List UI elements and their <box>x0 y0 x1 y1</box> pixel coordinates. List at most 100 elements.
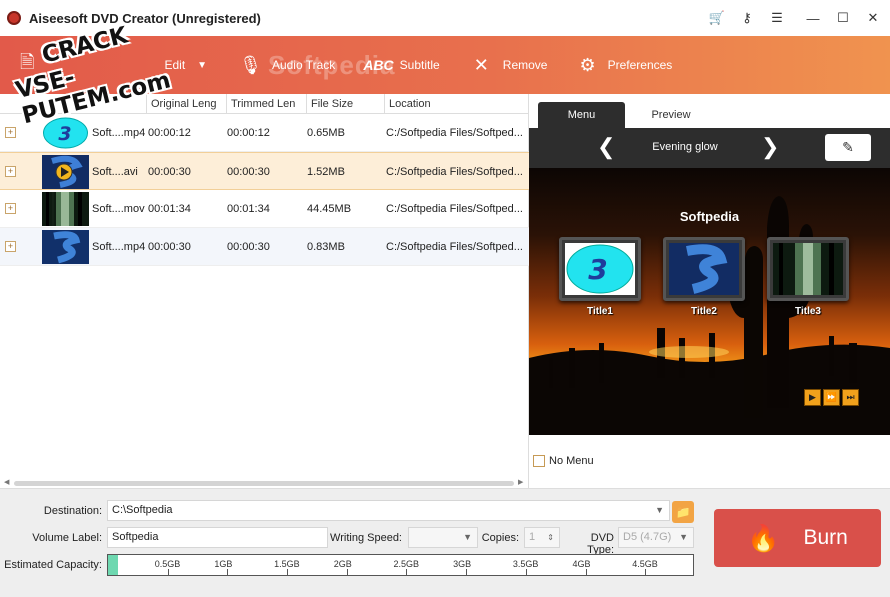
capacity-tick-mark <box>167 569 169 575</box>
original-length: 00:00:30 <box>148 166 191 178</box>
estimated-capacity-label: Estimated Capacity: <box>4 559 102 571</box>
column-file-size[interactable]: File Size <box>306 94 384 114</box>
menu-title-thumbnail-2[interactable] <box>663 237 745 301</box>
no-menu-option[interactable]: No Menu <box>533 455 594 467</box>
output-settings-panel: Destination: C:\Softpedia ▼ 📁 Volume Lab… <box>0 488 890 597</box>
dvd-type-value: D5 (4.7G) <box>623 531 672 543</box>
file-size: 44.45MB <box>307 203 352 215</box>
scroll-left-icon[interactable]: ◀ <box>4 478 9 486</box>
chevron-down-icon: ▼ <box>197 59 208 71</box>
tab-menu[interactable]: Menu <box>538 102 625 128</box>
title1-thumbnail-image: 3 <box>565 243 635 295</box>
burn-button[interactable]: 🔥 Burn <box>714 509 881 567</box>
horizontal-scrollbar[interactable]: ◀ ▶ <box>0 478 529 488</box>
menu-title-label-3: Title3 <box>795 306 821 317</box>
capacity-tick-label: 3.5GB <box>512 559 539 569</box>
softpedia-watermark: Softpedia <box>268 50 396 80</box>
tab-preview[interactable]: Preview <box>627 102 715 128</box>
no-menu-checkbox[interactable] <box>533 455 545 467</box>
menu-template-bar: ❮ Evening glow ❯ ✎ <box>529 128 890 168</box>
capacity-tick-mark <box>287 569 289 575</box>
writing-speed-select[interactable]: ▼ <box>408 527 478 548</box>
menu-title-thumbnail-3[interactable] <box>767 237 849 301</box>
chevron-down-icon[interactable]: ▼ <box>679 528 688 547</box>
menu-title-text: Softpedia <box>679 209 740 224</box>
destination-label: Destination: <box>43 505 102 517</box>
table-row-selected[interactable]: + Soft....avi 00:00:30 00:00:30 1.52MB C… <box>0 152 529 190</box>
file-location: C:/Softpedia Files/Softped... <box>386 203 523 215</box>
scroll-right-icon[interactable]: ▶ <box>518 478 523 486</box>
chevron-down-icon[interactable]: ▼ <box>655 501 664 520</box>
column-location[interactable]: Location <box>384 94 529 114</box>
volume-label-input[interactable]: Softpedia <box>107 527 328 548</box>
video-thumbnail <box>42 192 89 226</box>
trimmed-length: 00:00:12 <box>227 127 270 139</box>
chevron-down-icon[interactable]: ▼ <box>463 528 472 547</box>
expand-icon[interactable]: + <box>5 127 16 138</box>
column-original-length[interactable]: Original Leng <box>146 94 226 114</box>
title2-thumbnail-image <box>669 243 739 295</box>
original-length: 00:01:34 <box>148 203 191 215</box>
file-location: C:/Softpedia Files/Softped... <box>386 127 523 139</box>
file-size: 0.65MB <box>307 127 345 139</box>
preferences-button[interactable]: ⚙ Preferences <box>579 36 672 94</box>
svg-text:3: 3 <box>588 253 607 286</box>
microphone-icon: 🎙 <box>239 54 262 75</box>
menu-playback-controls: ▶ ⏩ ⏭ <box>804 389 861 406</box>
file-size: 0.83MB <box>307 241 345 253</box>
writing-speed-label: Writing Speed: <box>330 532 402 544</box>
folder-icon: 📁 <box>675 505 691 519</box>
feedback-icon[interactable]: ☰ <box>764 5 790 31</box>
next-template-icon[interactable]: ❯ <box>761 134 779 160</box>
fast-forward-icon[interactable]: ⏩ <box>823 389 840 406</box>
browse-folder-button[interactable]: 📁 <box>672 501 694 523</box>
cart-icon[interactable]: 🛒 <box>704 5 730 31</box>
capacity-tick-label: 4.5GB <box>632 559 658 569</box>
svg-text:3: 3 <box>58 123 71 145</box>
edit-menu-button[interactable]: ✎ <box>825 134 871 161</box>
expand-icon[interactable]: + <box>5 241 16 252</box>
menu-title-thumbnail-1[interactable]: 3 <box>559 237 641 301</box>
capacity-tick-label: 3GB <box>453 559 472 569</box>
preview-panel: Menu Preview ❮ Evening glow ❯ ✎ Softpedi… <box>529 94 890 488</box>
menu-preview-scene: Softpedia 3 Title1 Title2 Title3 ▶ ⏩ ⏭ <box>529 168 890 435</box>
capacity-tick-label: 2GB <box>333 559 352 569</box>
minimize-icon[interactable]: — <box>800 5 826 31</box>
menu-title-label-2: Title2 <box>691 306 717 317</box>
table-row[interactable]: + Soft....mp4 00:00:30 00:00:30 0.83MB C… <box>0 228 529 266</box>
remove-button[interactable]: ✕ Remove <box>474 36 548 94</box>
table-row[interactable]: + Soft....mov 00:01:34 00:01:34 44.45MB … <box>0 190 529 228</box>
volume-label-label: Volume Label: <box>32 532 102 544</box>
capacity-tick-mark <box>466 569 468 575</box>
destination-select[interactable]: C:\Softpedia ▼ <box>107 500 670 521</box>
burn-label: Burn <box>803 526 848 549</box>
copies-label: Copies: <box>481 532 519 544</box>
skip-end-icon[interactable]: ⏭ <box>842 389 859 406</box>
stepper-icon[interactable]: ⇕ <box>547 528 554 547</box>
theme-name: Evening glow <box>652 141 718 153</box>
file-name: Soft....mp4 <box>92 127 146 139</box>
expand-icon[interactable]: + <box>5 203 16 214</box>
file-size: 1.52MB <box>307 166 345 178</box>
key-icon[interactable]: ⚷ <box>734 5 760 31</box>
title3-thumbnail-image <box>773 243 843 295</box>
capacity-tick-label: 1.5GB <box>274 559 300 569</box>
close-icon[interactable]: ✕ <box>860 5 886 31</box>
subtitle-label: Subtitle <box>399 58 440 72</box>
dvd-type-select[interactable]: D5 (4.7G) ▼ <box>618 527 694 548</box>
table-row[interactable]: + 3 Soft....mp4 00:00:12 00:00:12 0.65MB… <box>0 114 529 152</box>
capacity-tick-label: 2.5GB <box>393 559 419 569</box>
maximize-icon[interactable]: ☐ <box>830 5 856 31</box>
preferences-label: Preferences <box>607 58 673 72</box>
play-icon[interactable]: ▶ <box>804 389 821 406</box>
trimmed-length: 00:00:30 <box>227 166 270 178</box>
column-trimmed-length[interactable]: Trimmed Len <box>226 94 306 114</box>
original-length: 00:00:12 <box>148 127 191 139</box>
capacity-tick-mark <box>227 569 229 575</box>
copies-stepper[interactable]: 1 ⇕ <box>524 527 560 548</box>
file-location: C:/Softpedia Files/Softped... <box>386 166 523 178</box>
expand-icon[interactable]: + <box>5 166 16 177</box>
scrollbar-thumb[interactable] <box>14 481 514 486</box>
preview-tabs: Menu Preview <box>529 94 890 128</box>
dvd-type-label: DVD Type: <box>587 532 614 556</box>
